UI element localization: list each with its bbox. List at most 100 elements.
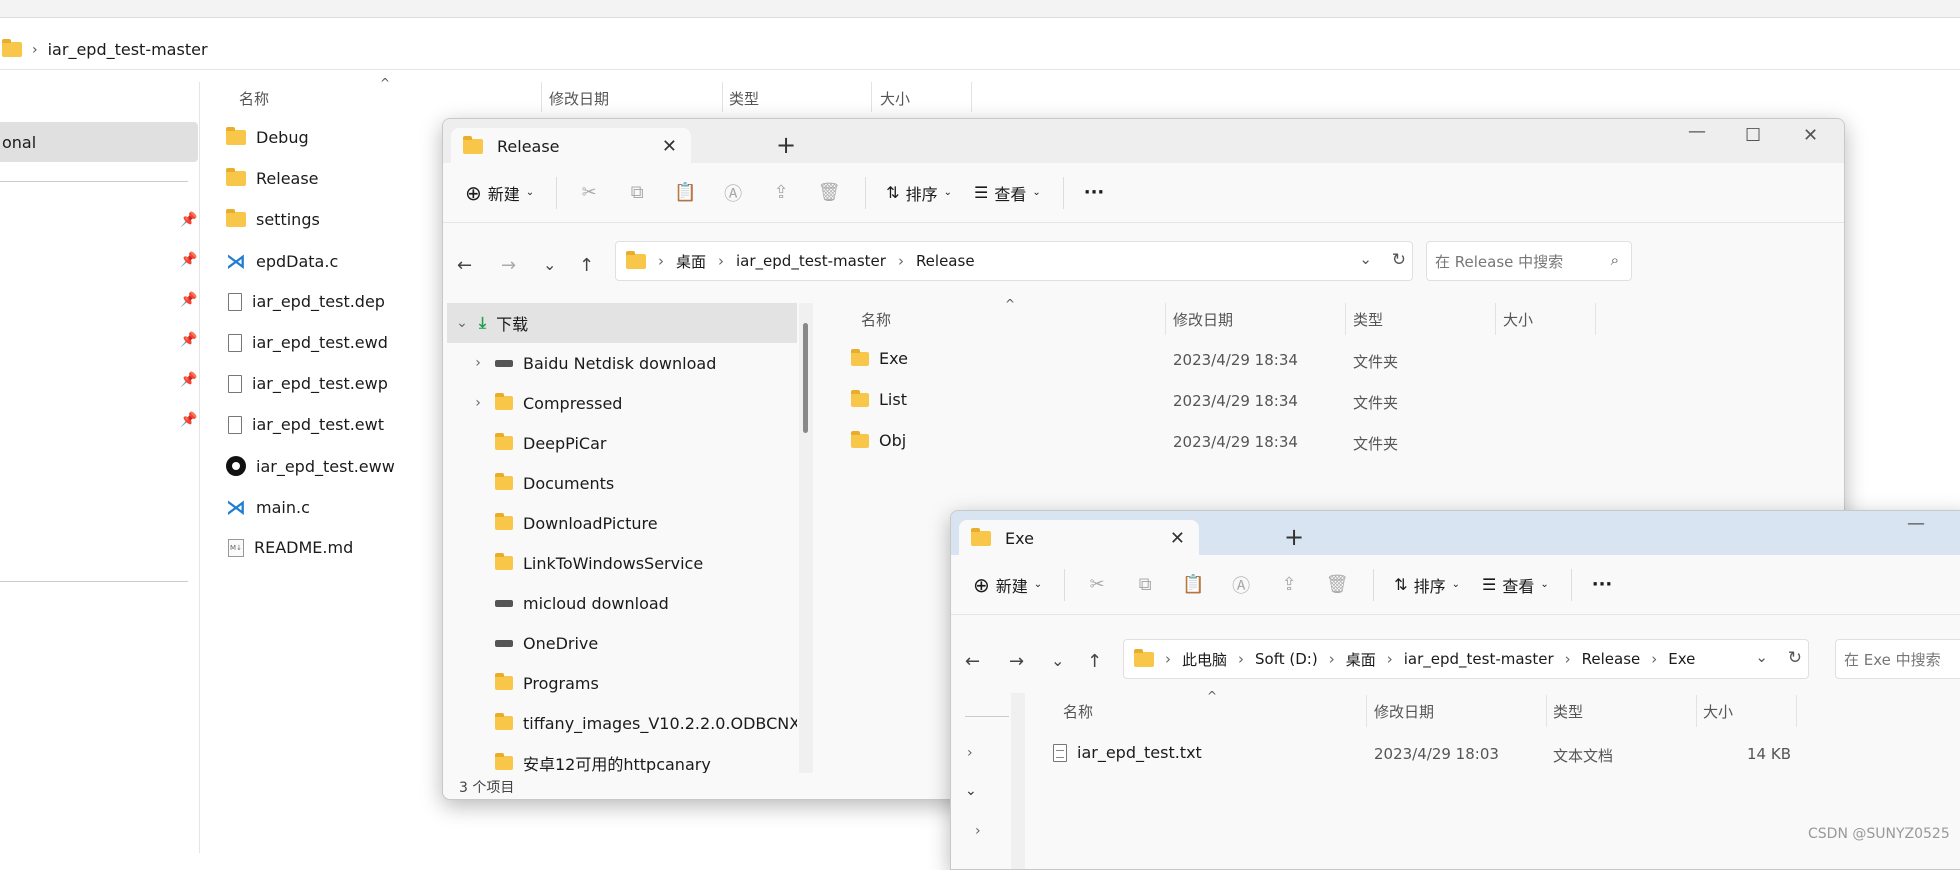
search-box[interactable]: 在 Exe 中搜索	[1835, 639, 1960, 679]
back-arrow-icon[interactable]: ←	[965, 651, 980, 672]
pin-icon[interactable]: 📌	[180, 412, 197, 428]
file-row[interactable]: iar_epd_test.ewt	[228, 415, 384, 434]
maximize-button[interactable]: ☐	[1745, 125, 1761, 146]
tab-exe[interactable]: Exe ✕	[959, 520, 1199, 556]
column-separator[interactable]	[1165, 303, 1166, 335]
address-bar[interactable]: › 桌面 › iar_epd_test-master › Release ⌄ ↻	[615, 241, 1413, 281]
column-header-size[interactable]: 大小	[1703, 701, 1733, 722]
recent-dropdown-icon[interactable]: ⌄	[543, 255, 556, 274]
column-header-size[interactable]: 大小	[880, 88, 910, 109]
pin-icon[interactable]: 📌	[180, 292, 197, 308]
column-header-date[interactable]: 修改日期	[1374, 701, 1434, 722]
share-icon[interactable]: ⇪	[1277, 573, 1301, 597]
tab-release[interactable]: Release ✕	[451, 128, 691, 164]
recent-dropdown-icon[interactable]: ⌄	[1051, 651, 1064, 670]
delete-icon[interactable]: 🗑	[817, 181, 841, 205]
nav-item-downloads[interactable]: ⌄ ⤓ 下载	[447, 303, 797, 343]
title-bar[interactable]: Exe ✕ + —	[951, 511, 1960, 556]
nav-item[interactable]: LinkToWindowsService	[447, 547, 703, 579]
paste-icon[interactable]: 📋	[1181, 573, 1205, 597]
column-header-date[interactable]: 修改日期	[549, 88, 609, 109]
nav-scrollbar[interactable]	[1011, 693, 1025, 869]
file-row[interactable]: Release	[226, 168, 319, 188]
forward-arrow-icon[interactable]: →	[501, 255, 516, 276]
close-tab-icon[interactable]: ✕	[1170, 528, 1185, 549]
view-button[interactable]: ☰ 查看 ⌄	[974, 181, 1041, 205]
column-separator[interactable]	[971, 82, 972, 112]
breadcrumb-item[interactable]: Exe	[1668, 650, 1695, 668]
nav-item[interactable]: OneDrive	[447, 627, 598, 659]
file-row[interactable]: Obj	[851, 430, 906, 450]
copy-icon[interactable]: ⧉	[1133, 573, 1157, 597]
column-header-name[interactable]: 名称	[239, 88, 269, 109]
breadcrumb-item[interactable]: Soft (D:)	[1255, 650, 1318, 668]
column-header-date[interactable]: 修改日期	[1173, 309, 1233, 330]
chevron-down-icon[interactable]: ⌄	[1359, 250, 1372, 268]
column-header-name[interactable]: 名称	[1063, 701, 1093, 722]
nav-item[interactable]: Programs	[447, 667, 599, 699]
minimize-button[interactable]: —	[1688, 121, 1706, 142]
chevron-right-icon[interactable]: ›	[975, 823, 981, 839]
chevron-down-icon[interactable]: ⌄	[1755, 648, 1768, 666]
breadcrumb-item[interactable]: Release	[916, 252, 975, 270]
file-row[interactable]: iar_epd_test.ewd	[228, 333, 388, 352]
column-header-type[interactable]: 类型	[1353, 309, 1383, 330]
address-bar[interactable]: › 此电脑 › Soft (D:) › 桌面 › iar_epd_test-ma…	[1123, 639, 1809, 679]
column-separator[interactable]	[722, 82, 723, 112]
up-arrow-icon[interactable]: ↑	[579, 255, 594, 276]
column-separator[interactable]	[1696, 695, 1697, 727]
cut-icon[interactable]: ✂	[577, 181, 601, 205]
forward-arrow-icon[interactable]: →	[1009, 651, 1024, 672]
new-tab-button[interactable]: +	[776, 131, 796, 159]
file-row[interactable]: settings	[226, 209, 320, 229]
paste-icon[interactable]: 📋	[673, 181, 697, 205]
view-button[interactable]: ☰ 查看 ⌄	[1482, 573, 1549, 597]
up-arrow-icon[interactable]: ↑	[1087, 651, 1102, 672]
new-tab-button[interactable]: +	[1284, 523, 1304, 551]
sidebar-item-selected[interactable]: onal	[0, 122, 198, 162]
sort-button[interactable]: ⇅ 排序 ⌄	[1394, 573, 1460, 597]
close-tab-icon[interactable]: ✕	[662, 136, 677, 157]
breadcrumb-item[interactable]: Release	[1582, 650, 1641, 668]
nav-item[interactable]: micloud download	[447, 587, 669, 619]
column-header-type[interactable]: 类型	[729, 88, 759, 109]
nav-item[interactable]: 安卓12可用的httpcanary	[447, 747, 711, 773]
column-separator[interactable]	[1366, 695, 1367, 727]
rename-icon[interactable]: Ⓐ	[721, 181, 745, 205]
column-separator[interactable]	[871, 82, 872, 112]
file-row[interactable]: iar_epd_test.dep	[228, 292, 385, 311]
scrollbar-thumb[interactable]	[803, 323, 808, 433]
file-row[interactable]: ⋊ epdData.c	[226, 251, 338, 271]
file-row[interactable]: iar_epd_test.ewp	[228, 374, 388, 393]
breadcrumb-item[interactable]: 桌面	[1346, 649, 1376, 670]
search-box[interactable]: 在 Release 中搜索 ⌕	[1426, 241, 1632, 281]
breadcrumb-item[interactable]: iar_epd_test-master	[48, 40, 208, 59]
column-separator[interactable]	[1345, 303, 1346, 335]
breadcrumb-item[interactable]: 桌面	[676, 251, 706, 272]
column-separator[interactable]	[1495, 303, 1496, 335]
nav-item[interactable]: DeepPiCar	[447, 427, 606, 459]
rename-icon[interactable]: Ⓐ	[1229, 573, 1253, 597]
column-separator[interactable]	[541, 82, 542, 112]
title-bar[interactable]: Release ✕ + — ☐ ✕	[443, 119, 1844, 164]
new-button[interactable]: ⊕ 新建 ⌄	[973, 573, 1042, 597]
column-separator[interactable]	[1546, 695, 1547, 727]
column-header-name[interactable]: 名称	[861, 309, 891, 330]
column-header-type[interactable]: 类型	[1553, 701, 1583, 722]
nav-item[interactable]: › Compressed	[447, 387, 622, 419]
chevron-right-icon[interactable]: ›	[967, 745, 973, 761]
breadcrumb-item[interactable]: iar_epd_test-master	[736, 252, 886, 270]
share-icon[interactable]: ⇪	[769, 181, 793, 205]
cut-icon[interactable]: ✂	[1085, 573, 1109, 597]
new-button[interactable]: ⊕ 新建 ⌄	[465, 181, 534, 205]
more-button[interactable]: ···	[1592, 574, 1613, 595]
file-row[interactable]: M↓ README.md	[228, 538, 353, 557]
close-window-button[interactable]: ✕	[1803, 125, 1818, 146]
chevron-down-icon[interactable]: ⌄	[965, 783, 977, 799]
column-header-size[interactable]: 大小	[1503, 309, 1533, 330]
pin-icon[interactable]: 📌	[180, 252, 197, 268]
file-row[interactable]: Debug	[226, 127, 309, 147]
column-separator[interactable]	[1595, 303, 1596, 335]
file-row[interactable]: Exe	[851, 348, 908, 368]
copy-icon[interactable]: ⧉	[625, 181, 649, 205]
